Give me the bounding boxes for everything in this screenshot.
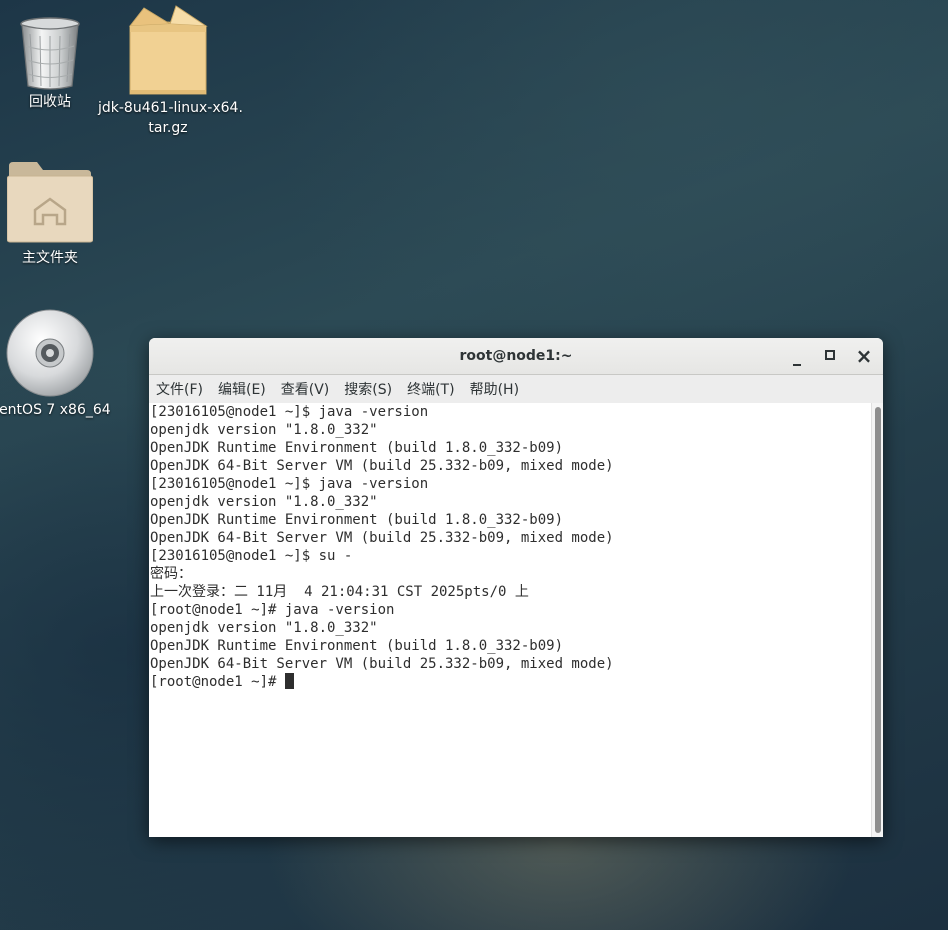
- terminal-line: OpenJDK Runtime Environment (build 1.8.0…: [150, 638, 564, 654]
- terminal-prompt: [root@node1 ~]#: [150, 674, 285, 690]
- terminal-line: [23016105@node1 ~]$ java -version: [150, 404, 429, 420]
- menu-view[interactable]: 查看(V): [281, 377, 330, 401]
- text-cursor: [284, 673, 294, 689]
- minimize-icon: [793, 364, 801, 366]
- menu-edit[interactable]: 编辑(E): [218, 377, 266, 401]
- terminal-window[interactable]: root@node1:~ × 文件(F) 编辑(E) 查看(V) 搜索(S) 终…: [149, 338, 883, 837]
- desktop-icon-label: 回收站: [29, 94, 71, 110]
- terminal-prompt-line[interactable]: [root@node1 ~]#: [149, 673, 871, 691]
- terminal-line: openjdk version "1.8.0_332": [150, 422, 378, 438]
- scrollbar-thumb[interactable]: [875, 407, 881, 833]
- maximize-icon: [825, 350, 835, 360]
- terminal-line: 上一次登录：二 11月 4 21:04:31 CST 2025pts/0 上: [150, 584, 529, 600]
- terminal-line: openjdk version "1.8.0_332": [150, 494, 378, 510]
- window-title: root@node1:~: [459, 348, 573, 364]
- desktop-icon-cd[interactable]: CentOS 7 x86_64: [0, 308, 120, 420]
- menu-terminal[interactable]: 终端(T): [407, 377, 454, 401]
- menu-file[interactable]: 文件(F): [156, 377, 203, 401]
- maximize-button[interactable]: [820, 346, 840, 366]
- menu-help[interactable]: 帮助(H): [470, 377, 519, 401]
- desktop-icon-label: CentOS 7 x86_64: [0, 402, 111, 418]
- scrollbar[interactable]: [871, 403, 883, 837]
- terminal-line: 密码：: [150, 566, 192, 582]
- terminal-line: openjdk version "1.8.0_332": [150, 620, 378, 636]
- terminal-line: [23016105@node1 ~]$ java -version: [150, 476, 429, 492]
- menu-bar: 文件(F) 编辑(E) 查看(V) 搜索(S) 终端(T) 帮助(H): [149, 375, 883, 404]
- desktop-icon-jdk-archive[interactable]: jdk-8u461-linux-x64. tar.gz: [98, 4, 243, 138]
- menu-search[interactable]: 搜索(S): [344, 377, 392, 401]
- terminal-line: OpenJDK 64-Bit Server VM (build 25.332-b…: [150, 530, 614, 546]
- desktop-icon-label: 主文件夹: [22, 250, 78, 266]
- terminal-line: [23016105@node1 ~]$ su -: [150, 548, 353, 564]
- terminal-line: OpenJDK 64-Bit Server VM (build 25.332-b…: [150, 656, 614, 672]
- window-titlebar[interactable]: root@node1:~ ×: [149, 338, 883, 375]
- terminal-line: OpenJDK 64-Bit Server VM (build 25.332-b…: [150, 458, 614, 474]
- package-icon: [128, 5, 208, 95]
- home-folder-icon: [7, 162, 93, 243]
- desktop-icon-trash[interactable]: 回收站: [10, 16, 90, 112]
- cd-icon: [6, 309, 94, 397]
- terminal-line: [root@node1 ~]# java -version: [150, 602, 395, 618]
- close-icon: ×: [855, 344, 873, 368]
- terminal-output[interactable]: [23016105@node1 ~]$ java -version openjd…: [149, 403, 871, 837]
- terminal-line: OpenJDK Runtime Environment (build 1.8.0…: [150, 512, 564, 528]
- minimize-button[interactable]: [787, 346, 807, 366]
- terminal-line: OpenJDK Runtime Environment (build 1.8.0…: [150, 440, 564, 456]
- trash-icon: [20, 17, 80, 90]
- desktop-icon-home-folder[interactable]: 主文件夹: [2, 160, 98, 268]
- close-button[interactable]: ×: [854, 346, 874, 366]
- desktop-icon-label: jdk-8u461-linux-x64. tar.gz: [98, 100, 243, 136]
